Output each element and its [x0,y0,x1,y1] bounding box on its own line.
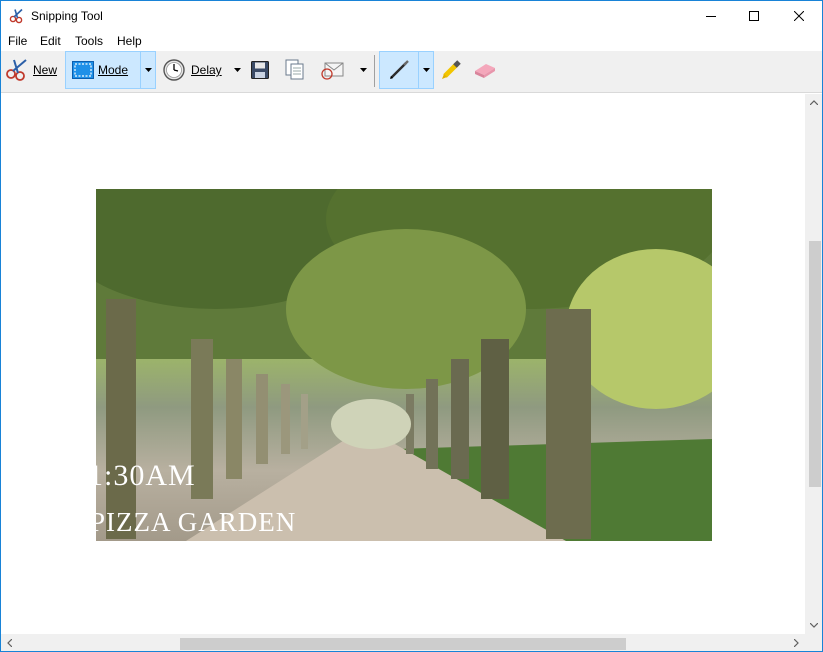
scroll-left-button[interactable] [1,634,18,651]
envelope-icon [321,62,344,80]
send-dropdown[interactable] [356,51,370,89]
captured-image: 1:30AM PIZZA GARDEN [96,189,712,541]
menu-tools[interactable]: Tools [75,34,103,48]
scroll-up-button[interactable] [805,94,822,111]
video-place-overlay: PIZZA GARDEN [96,507,297,537]
scrollbar-corner [805,634,822,651]
menu-help[interactable]: Help [117,34,142,48]
menu-file[interactable]: File [8,34,27,48]
minimize-button[interactable] [688,1,734,31]
horizontal-scrollbar[interactable] [1,634,805,651]
highlighter-icon [442,60,461,79]
copy-icon [285,59,304,80]
horizontal-scroll-thumb[interactable] [180,638,626,650]
delay-label: Delay [191,63,222,77]
highlighter-button[interactable] [439,51,463,89]
dropdown-arrow-icon [422,68,430,72]
window-title: Snipping Tool [31,9,103,23]
rectangle-mode-icon [72,61,94,79]
chevron-down-icon [809,623,818,628]
new-label: New [33,63,58,77]
new-button[interactable]: New [5,51,61,89]
vertical-scrollbar[interactable] [805,94,822,634]
maximize-button[interactable] [731,1,777,31]
new-snip-icon [6,59,27,81]
vertical-scroll-thumb[interactable] [809,241,821,487]
save-button[interactable] [249,51,271,89]
title-bar[interactable]: Snipping Tool [1,1,822,31]
mode-label: Mode [98,63,129,77]
chevron-left-icon [7,638,12,647]
clock-icon [163,59,185,81]
close-icon [794,11,804,21]
eraser-button[interactable] [471,51,499,89]
snipping-tool-window: Snipping Tool File Edit Tools Help New M… [0,0,823,652]
menu-bar: File Edit Tools Help [1,31,822,51]
chevron-right-icon [794,638,799,647]
close-button[interactable] [776,1,822,31]
copy-button[interactable] [284,51,306,89]
scissors-app-icon [9,8,23,24]
send-snip-button[interactable] [319,51,347,89]
mode-dropdown[interactable] [140,51,156,89]
toolbar: New Mode Delay [1,51,822,93]
minimize-icon [706,16,716,17]
delay-button[interactable]: Delay [163,51,231,89]
scroll-down-button[interactable] [805,617,822,634]
video-time-overlay: 1:30AM [96,459,196,492]
pen-button[interactable] [379,51,419,89]
pen-icon [390,60,409,79]
dropdown-arrow-icon [144,68,152,72]
eraser-icon [475,64,495,78]
dropdown-arrow-icon [359,68,367,72]
dropdown-arrow-icon [233,68,241,72]
snip-canvas[interactable]: 1:30AM PIZZA GARDEN [1,94,805,634]
chevron-up-icon [809,100,818,105]
menu-edit[interactable]: Edit [40,34,61,48]
mode-button[interactable]: Mode [65,51,141,89]
scroll-right-button[interactable] [788,634,805,651]
delay-dropdown[interactable] [230,51,244,89]
toolbar-separator [374,55,375,87]
save-disk-icon [251,61,269,79]
pen-dropdown[interactable] [418,51,434,89]
maximize-icon [749,11,759,21]
